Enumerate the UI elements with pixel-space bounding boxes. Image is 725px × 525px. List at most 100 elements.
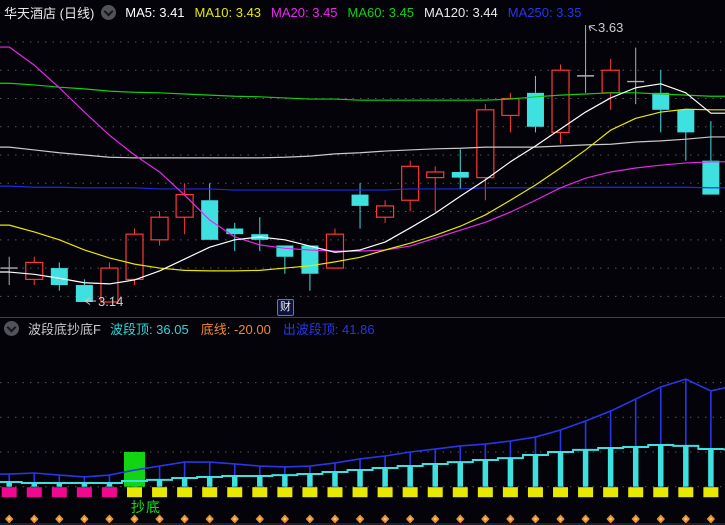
candle-up xyxy=(25,261,44,280)
signal-block xyxy=(628,487,644,498)
stock-app-window: 华天酒店 (日线) MA5: 3.41 MA10: 3.43 MA20: 3.45 M… xyxy=(0,0,725,525)
candle-up xyxy=(476,109,495,179)
ma-legend-item: MA60: 3.45 xyxy=(347,5,415,20)
annotation-arrows xyxy=(84,25,598,305)
signal-block xyxy=(1,487,17,498)
indicator-cyan-bar xyxy=(532,454,539,487)
candles xyxy=(0,25,720,303)
gridlines xyxy=(0,41,725,488)
candle-down xyxy=(75,285,93,302)
signal-block xyxy=(377,487,393,498)
high-arrow xyxy=(588,25,598,32)
chevron-down-icon[interactable] xyxy=(4,321,19,336)
signal-block xyxy=(127,487,142,498)
signal-block xyxy=(402,487,418,498)
signal-block xyxy=(327,487,343,498)
ma-line-ma60 xyxy=(0,82,725,101)
candle-up xyxy=(426,171,445,179)
indicator-name: 波段底抄底F xyxy=(28,322,101,337)
candle-up xyxy=(175,193,194,218)
indicator-cyan-bar xyxy=(482,459,489,487)
indicator-cyan-bar xyxy=(683,445,689,487)
event-marker-badge[interactable]: 财 xyxy=(277,299,294,316)
indicator-cyan-bar xyxy=(357,470,363,487)
signal-block xyxy=(277,487,293,498)
signal-block xyxy=(603,487,619,498)
signal-block xyxy=(452,487,468,498)
buy-signal-label: 抄底 xyxy=(131,499,161,515)
ma-line-ma5 xyxy=(0,83,725,285)
indicator-panel xyxy=(0,378,725,524)
indicator-cyan-bar xyxy=(457,462,464,487)
low-price-label: 3.14 xyxy=(98,294,124,309)
indicator-cyan-bar xyxy=(658,445,664,487)
indicator-cyan-bar xyxy=(382,467,388,487)
signal-block xyxy=(76,487,92,498)
indicator-cyan-bar xyxy=(307,474,313,487)
ma-legend-item: MA250: 3.35 xyxy=(507,5,582,20)
indicator-cyan-bar xyxy=(332,471,338,487)
candle-up xyxy=(501,97,520,117)
indicator-cyan-bar xyxy=(206,476,213,487)
indicator-cyan-bar xyxy=(432,463,438,487)
signal-block xyxy=(502,487,518,498)
candle-up xyxy=(401,165,420,201)
indicator-blue-line xyxy=(0,378,725,478)
candle-down xyxy=(50,268,68,286)
signal-block xyxy=(678,487,694,498)
candle-up xyxy=(601,69,620,94)
indicator-cyan-bar xyxy=(708,449,714,487)
ma-legend-item: MA5: 3.41 xyxy=(125,5,185,20)
signal-block xyxy=(177,487,193,498)
signal-block xyxy=(202,487,218,498)
signal-block xyxy=(26,487,42,498)
indicator-cyan-bar xyxy=(607,448,614,487)
high-price-label: 3.63 xyxy=(598,20,624,35)
ma-legend-item: MA120: 3.44 xyxy=(424,5,498,20)
candle-up xyxy=(125,233,144,280)
indicator-cyan-bar xyxy=(181,478,188,487)
candle-up xyxy=(551,69,570,134)
chart-canvas[interactable] xyxy=(0,0,725,525)
indicator-cyan-bar xyxy=(632,446,639,487)
signal-block xyxy=(427,487,443,498)
signal-block xyxy=(302,487,318,498)
signal-block xyxy=(152,487,168,498)
signal-block xyxy=(477,487,493,498)
indicator-cyan-bar xyxy=(231,475,238,487)
signal-block xyxy=(553,487,569,498)
candle-up xyxy=(150,216,169,241)
candle-down xyxy=(351,194,369,206)
indicator-values: 波段顶: 36.05 底线: -20.00 出波段顶: 41.86 xyxy=(110,319,387,338)
chevron-down-icon[interactable] xyxy=(101,5,117,20)
indicator-cyan-bar xyxy=(582,449,589,487)
indicator-cyan-bar xyxy=(557,452,564,487)
indicator-cyan-bar xyxy=(156,479,163,487)
ma-legend: MA5: 3.41 MA10: 3.43 MA20: 3.45 MA60: 3.45 M… xyxy=(125,5,591,20)
indicator-field: 波段顶: 36.05 xyxy=(109,322,189,337)
indicator-cyan-bar xyxy=(257,475,263,487)
candle-down xyxy=(677,109,695,133)
indicator-cyan-bar xyxy=(507,458,514,487)
signal-block xyxy=(527,487,543,498)
ma-line-ma250 xyxy=(0,185,725,191)
signal-block xyxy=(227,487,243,498)
signal-block xyxy=(252,487,268,498)
candle-down xyxy=(702,160,720,195)
indicator-cyan-bar xyxy=(407,466,413,487)
signal-block xyxy=(101,487,117,498)
ma-legend-item: MA10: 3.43 xyxy=(194,5,262,20)
signal-block xyxy=(703,487,719,498)
ma-legend-item: MA20: 3.45 xyxy=(271,5,338,20)
stock-title: 华天酒店 (日线) xyxy=(4,6,95,21)
indicator-field: 底线: -20.00 xyxy=(200,322,271,337)
candle-down xyxy=(451,171,469,178)
candle-down xyxy=(652,92,670,110)
signal-block xyxy=(352,487,368,498)
indicator-cyan-bar xyxy=(282,475,288,487)
signal-block xyxy=(653,487,669,498)
ma-lines xyxy=(0,46,725,285)
indicator-header: 波段底抄底F 波段顶: 36.05 底线: -20.00 出波段顶: 41.86 xyxy=(0,318,725,339)
ma-line-ma20 xyxy=(0,46,725,252)
indicator-field: 出波段顶: 41.86 xyxy=(282,322,375,337)
